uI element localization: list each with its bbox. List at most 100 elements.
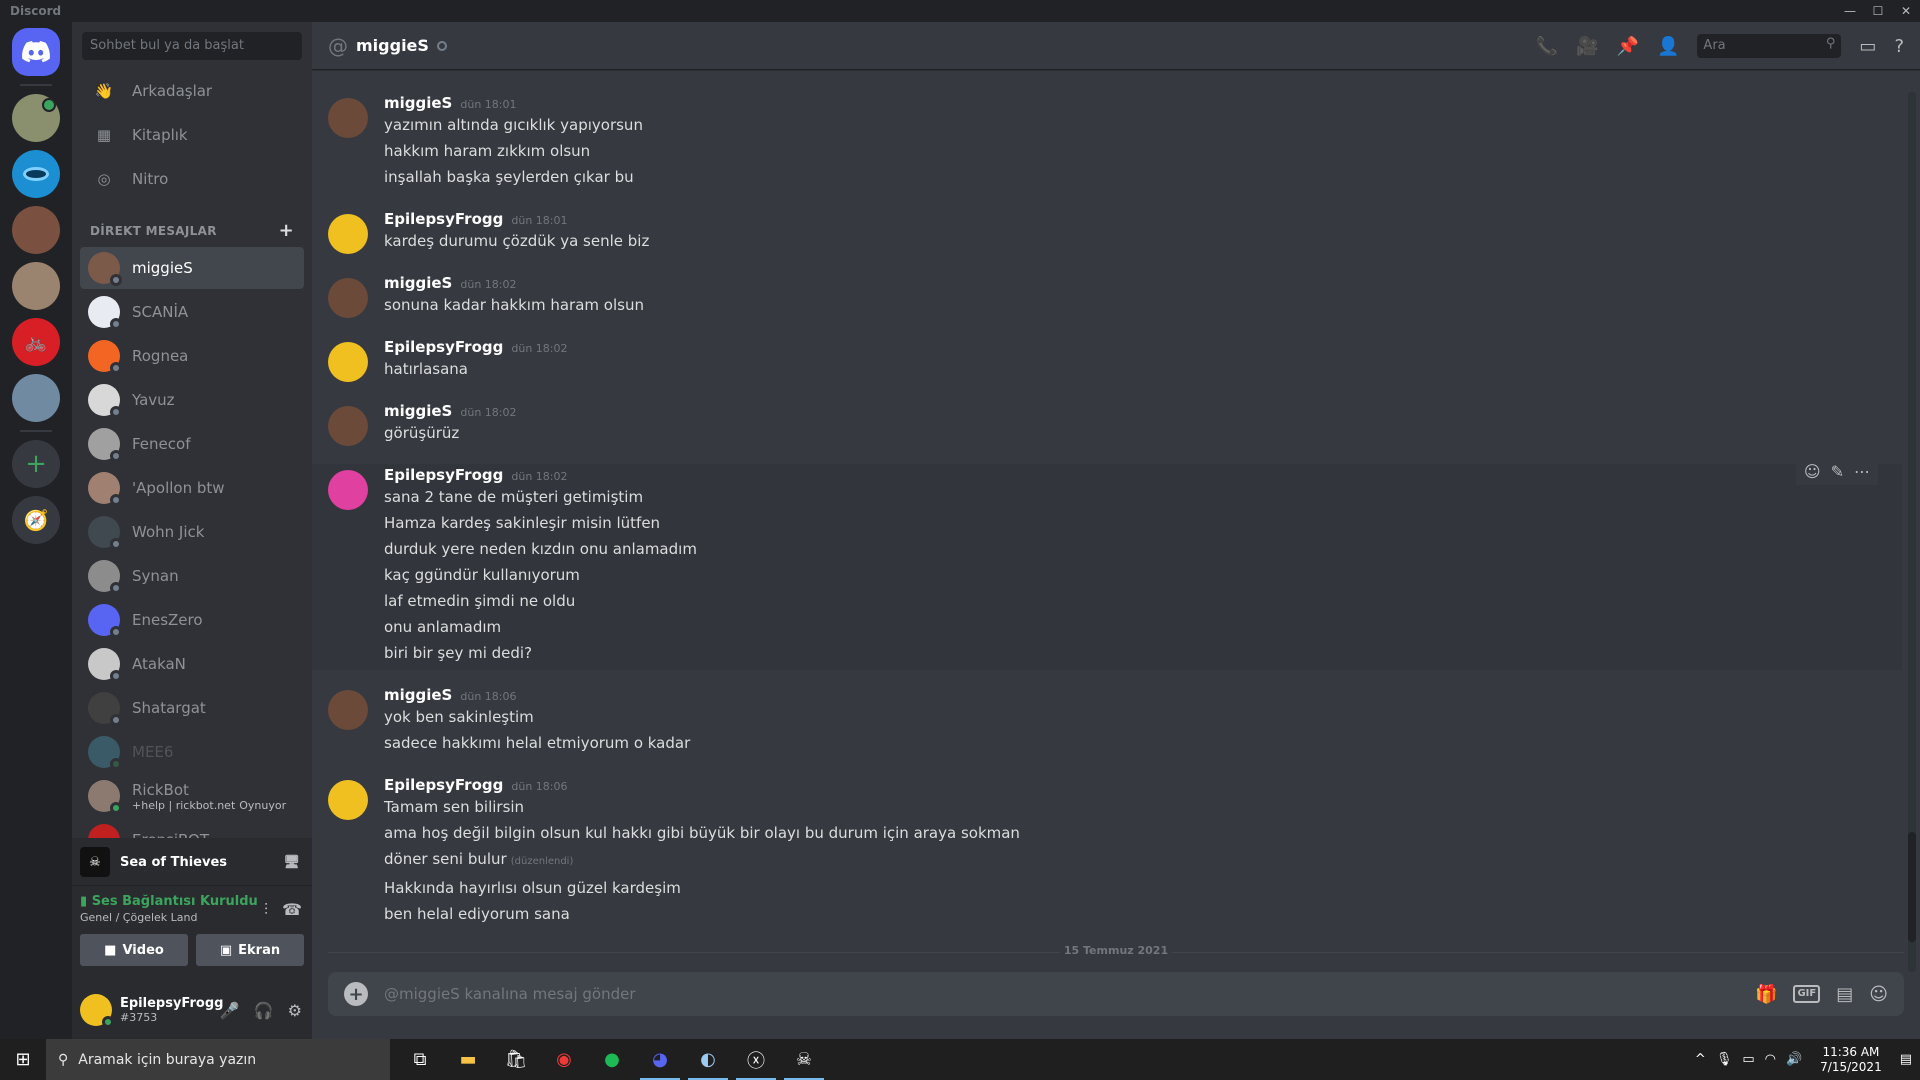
taskbar-search[interactable]: ⚲ Aramak için buraya yazın: [46, 1039, 390, 1080]
screen-button[interactable]: ▣ Ekran: [196, 934, 304, 966]
dm-item[interactable]: EnesZero: [80, 599, 304, 641]
avatar[interactable]: [328, 406, 368, 446]
message-author[interactable]: miggieS: [384, 402, 452, 420]
dm-item[interactable]: Fenecof: [80, 423, 304, 465]
file-explorer-icon[interactable]: ▬: [444, 1039, 492, 1080]
dm-item[interactable]: MEE6: [80, 731, 304, 773]
message-group[interactable]: EpilepsyFrogg dün 18:02 hatırlasana: [312, 336, 1902, 386]
discord-taskbar-icon[interactable]: ◕: [636, 1039, 684, 1080]
dm-item[interactable]: SCANİA: [80, 291, 304, 333]
server-icon-1[interactable]: [12, 94, 60, 142]
close-button[interactable]: ✕: [1892, 0, 1920, 22]
screen-share-icon[interactable]: 🖥: [283, 855, 300, 870]
mute-mic-icon[interactable]: 🎤: [220, 1001, 240, 1020]
dm-item[interactable]: Shatargat: [80, 687, 304, 729]
wifi-icon[interactable]: ◠: [1765, 1052, 1776, 1067]
avatar[interactable]: [328, 780, 368, 820]
gear-icon[interactable]: ⚙: [288, 1001, 302, 1020]
steam-icon[interactable]: ◐: [684, 1039, 732, 1080]
message-author[interactable]: EpilepsyFrogg: [384, 338, 503, 356]
message-composer[interactable]: + @miggieS kanalına mesaj gönder 🎁 GIF ▤…: [328, 972, 1904, 1016]
maximize-button[interactable]: ☐: [1864, 0, 1892, 22]
message-group[interactable]: miggieS dün 18:01 yazımın altında gıcıklık…: [312, 92, 1902, 194]
message-author[interactable]: EpilepsyFrogg: [384, 776, 503, 794]
minimize-button[interactable]: —: [1836, 0, 1864, 22]
explore-servers-button[interactable]: 🧭: [12, 496, 60, 544]
chevron-up-icon[interactable]: ^: [1695, 1052, 1706, 1067]
find-conversation-input[interactable]: Sohbet bul ya da başlat: [82, 32, 302, 60]
scrollbar-thumb[interactable]: [1908, 832, 1916, 942]
pin-icon[interactable]: 📌: [1617, 36, 1639, 57]
add-reaction-icon[interactable]: ☺: [1804, 462, 1821, 481]
message-author[interactable]: EpilepsyFrogg: [384, 210, 503, 228]
dm-item[interactable]: RickBot +help | rickbot.net Oynuyor: [80, 775, 304, 817]
spotify-icon[interactable]: ●: [588, 1039, 636, 1080]
emoji-icon[interactable]: ☺: [1869, 984, 1888, 1005]
dm-item[interactable]: 'Apollon btw: [80, 467, 304, 509]
clock[interactable]: 11:36 AM 7/15/2021: [1820, 1045, 1882, 1075]
store-icon[interactable]: 🛍: [492, 1039, 540, 1080]
server-icon-2[interactable]: [12, 150, 60, 198]
microphone-icon[interactable]: 🎙: [1716, 1052, 1733, 1067]
task-view-icon[interactable]: ⧉: [396, 1039, 444, 1080]
avatar[interactable]: [328, 214, 368, 254]
add-friend-icon[interactable]: 👤: [1657, 36, 1679, 57]
search-input[interactable]: Ara ⚲: [1697, 34, 1842, 58]
message-group[interactable]: miggieS dün 18:02 görüşürüz: [312, 400, 1902, 450]
sea-of-thieves-icon[interactable]: ☠: [780, 1039, 828, 1080]
friends-nav[interactable]: 👋 Arkadaşlar: [80, 70, 304, 112]
avatar[interactable]: [328, 690, 368, 730]
server-icon-3[interactable]: [12, 206, 60, 254]
avatar[interactable]: [328, 98, 368, 138]
message-author[interactable]: miggieS: [384, 686, 452, 704]
gif-button[interactable]: GIF: [1793, 985, 1821, 1003]
avatar[interactable]: [328, 470, 368, 510]
gift-icon[interactable]: 🎁: [1755, 984, 1777, 1005]
voice-call-icon[interactable]: 📞: [1536, 36, 1558, 57]
server-icon-4[interactable]: [12, 262, 60, 310]
message-group[interactable]: miggieS dün 18:02 sonuna kadar hakkım hara…: [312, 272, 1902, 322]
disconnect-icon[interactable]: ☎: [282, 900, 302, 920]
vivaldi-icon[interactable]: ◉: [540, 1039, 588, 1080]
volume-icon[interactable]: 🔊: [1786, 1052, 1802, 1067]
headphones-icon[interactable]: 🎧: [254, 1001, 274, 1020]
library-nav[interactable]: ▦ Kitaplık: [80, 114, 304, 156]
message-group[interactable]: miggieS dün 18:06 yok ben sakinleştim sadec…: [312, 684, 1902, 760]
nitro-nav[interactable]: ◎ Nitro: [80, 158, 304, 200]
dm-item[interactable]: miggieS: [80, 247, 304, 289]
server-icon-5[interactable]: 🚲: [12, 318, 60, 366]
message-group[interactable]: EpilepsyFrogg dün 18:02 sana 2 tane de müş…: [312, 458, 1902, 670]
dm-item[interactable]: Rognea: [80, 335, 304, 377]
edit-icon[interactable]: ✎: [1831, 462, 1844, 481]
avatar[interactable]: [80, 994, 114, 1028]
noise-suppression-icon[interactable]: ⫶: [264, 900, 268, 920]
sticker-icon[interactable]: ▤: [1836, 984, 1853, 1005]
message-group[interactable]: EpilepsyFrogg dün 18:01 kardeş durumu çözd…: [312, 208, 1902, 258]
home-button[interactable]: [12, 28, 60, 76]
help-icon[interactable]: ?: [1894, 36, 1904, 57]
create-dm-button[interactable]: +: [279, 220, 294, 241]
notification-icon[interactable]: ▤: [1900, 1052, 1912, 1067]
message-author[interactable]: EpilepsyFrogg: [384, 466, 503, 484]
dm-item[interactable]: Synan: [80, 555, 304, 597]
xbox-icon[interactable]: ⓧ: [732, 1039, 780, 1080]
windows-start-icon[interactable]: ⊞: [0, 1039, 46, 1080]
dm-item[interactable]: Yavuz: [80, 379, 304, 421]
dm-item[interactable]: Wohn Jick: [80, 511, 304, 553]
avatar[interactable]: [328, 342, 368, 382]
video-button[interactable]: ■ Video: [80, 934, 188, 966]
scrollbar[interactable]: [1908, 92, 1916, 972]
message-group[interactable]: EpilepsyFrogg dün 18:06 Tamam sen bilirsin…: [312, 774, 1902, 931]
dm-item[interactable]: AtakaN: [80, 643, 304, 685]
message-author[interactable]: miggieS: [384, 274, 452, 292]
avatar[interactable]: [328, 278, 368, 318]
battery-icon[interactable]: ▭: [1742, 1052, 1754, 1067]
attach-plus-icon[interactable]: +: [344, 982, 368, 1006]
message-author[interactable]: miggieS: [384, 94, 452, 112]
server-icon-6[interactable]: [12, 374, 60, 422]
video-call-icon[interactable]: 🎥: [1576, 36, 1598, 57]
message-input[interactable]: @miggieS kanalına mesaj gönder: [384, 985, 636, 1003]
add-server-button[interactable]: +: [12, 440, 60, 488]
inbox-icon[interactable]: ▭: [1859, 36, 1876, 57]
more-icon[interactable]: ⋯: [1854, 462, 1870, 481]
